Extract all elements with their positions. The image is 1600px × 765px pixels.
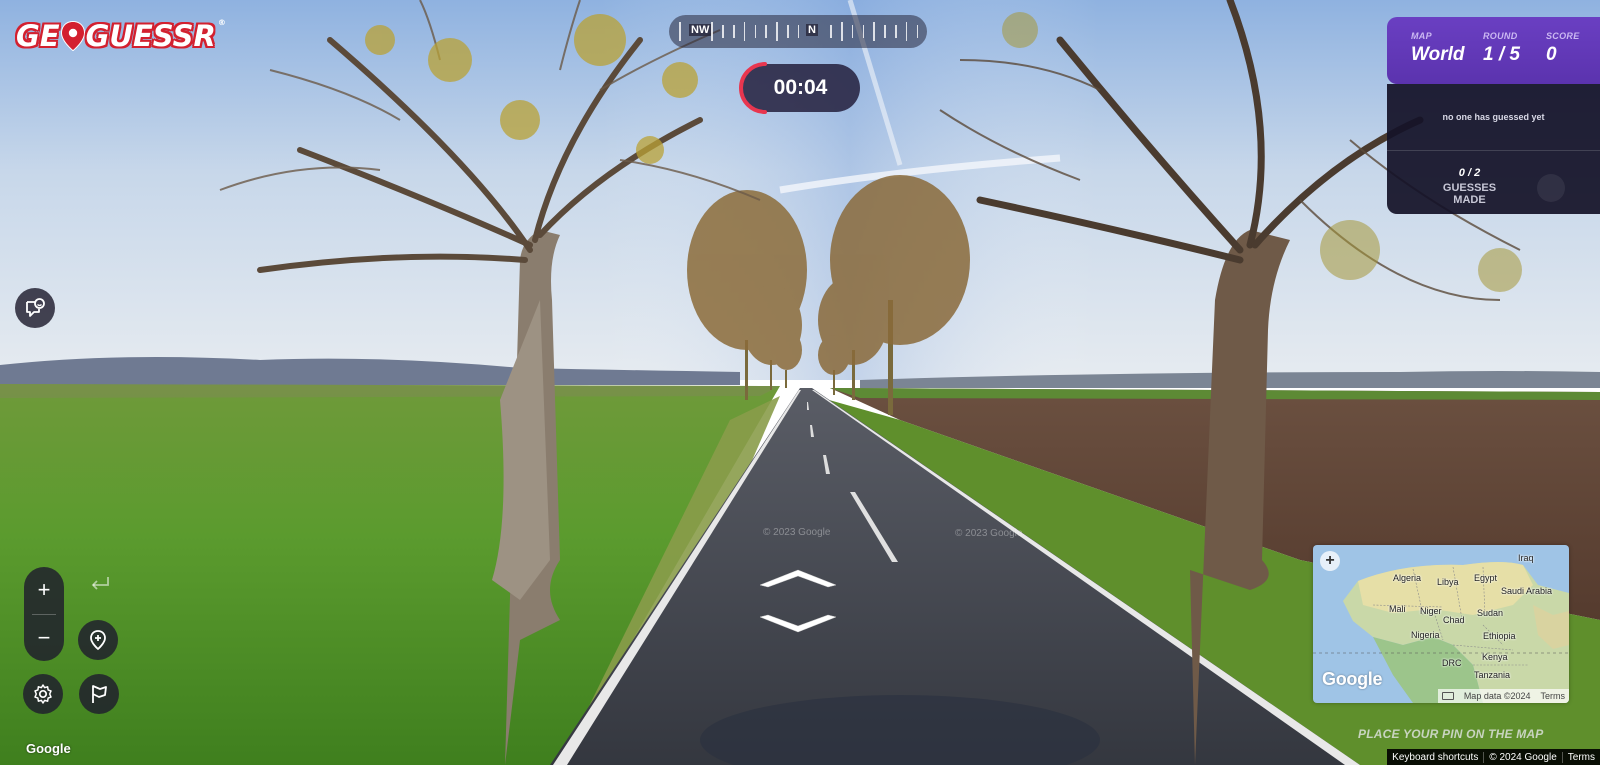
compass-label-nw: NW <box>689 24 712 36</box>
map-label-algeria: Algeria <box>1393 573 1422 583</box>
status-round-value: 1 / 5 <box>1483 44 1520 65</box>
compass-tick <box>787 25 789 38</box>
compass-tick <box>916 25 919 38</box>
status-round-label: ROUND <box>1483 31 1518 41</box>
compass-tick <box>743 22 746 41</box>
move-backward-arrow[interactable] <box>758 613 838 635</box>
compass-tick <box>862 25 865 38</box>
map-label-niger: Niger <box>1420 606 1442 616</box>
compass-tick <box>905 22 908 41</box>
status-score-label: SCORE <box>1546 31 1580 41</box>
terms-link[interactable]: Terms <box>1561 751 1600 763</box>
compass-tick <box>754 25 757 38</box>
geoguessr-logo[interactable]: GE GUESSR ® <box>15 18 226 54</box>
settings-icon <box>34 684 52 704</box>
minimap-google-logo: Google <box>1322 669 1383 689</box>
map-label-kenya: Kenya <box>1482 652 1508 662</box>
add-pin-icon <box>90 630 106 651</box>
map-label-tanzania: Tanzania <box>1474 670 1511 680</box>
map-label-chad: Chad <box>1443 615 1465 625</box>
map-label-iraq: Iraq <box>1518 553 1534 563</box>
add-pin-button[interactable] <box>78 620 118 660</box>
map-label-drc: DRC <box>1442 658 1462 668</box>
status-round: ROUND 1 / 5 <box>1483 31 1520 66</box>
status-score: SCORE 0 <box>1546 31 1580 66</box>
logo-trademark: ® <box>217 18 226 27</box>
game-status-panel: MAP World ROUND 1 / 5 SCORE 0 no one has… <box>1387 17 1600 214</box>
compass-tick <box>851 25 854 38</box>
map-label-nigeria: Nigeria <box>1411 630 1440 640</box>
flag-icon <box>92 685 107 703</box>
status-map: MAP World <box>1411 31 1464 66</box>
map-label-mali: Mali <box>1389 604 1406 614</box>
map-label-sudan: Sudan <box>1477 608 1504 618</box>
minimap-zoom-in-button[interactable]: + <box>1320 551 1340 571</box>
minimap-attribution: Map data ©2024 Terms <box>1437 689 1569 703</box>
compass-tick <box>797 25 800 38</box>
guess-minimap[interactable]: + Algeria Libya Egypt Iraq Saudi Arabia … <box>1313 545 1569 703</box>
google-watermark: Google <box>26 741 71 756</box>
compass-tick <box>679 22 681 41</box>
logo-pin-icon <box>60 21 85 51</box>
guess-feed: no one has guessed yet <box>1387 84 1600 150</box>
chat-button[interactable] <box>15 288 55 328</box>
compass-tick <box>776 22 778 41</box>
zoom-controls: + − <box>24 567 64 661</box>
street-view-watermark: © 2023 Google <box>955 528 1023 539</box>
place-pin-hint: PLACE YOUR PIN ON THE MAP <box>1358 727 1544 741</box>
map-label-egypt: Egypt <box>1474 573 1498 583</box>
guess-indicator <box>1537 174 1565 202</box>
compass-tick <box>733 25 735 38</box>
compass-tick <box>722 25 724 38</box>
return-to-start-icon[interactable] <box>88 574 112 594</box>
compass-tick <box>830 25 832 38</box>
game-view[interactable]: © 2023 Google © 2023 Google GE GUESSR ® … <box>0 0 1600 765</box>
move-forward-arrow[interactable] <box>758 567 838 589</box>
map-label-libya: Libya <box>1437 577 1459 587</box>
status-header: MAP World ROUND 1 / 5 SCORE 0 <box>1387 17 1600 84</box>
status-score-value: 0 <box>1546 44 1557 65</box>
map-label-ethiopia: Ethiopia <box>1483 631 1516 641</box>
zoom-in-icon: + <box>37 577 51 602</box>
round-timer: 00:04 <box>739 62 860 114</box>
compass-tick <box>873 22 875 41</box>
map-label-saudi-arabia: Saudi Arabia <box>1501 586 1553 596</box>
keyboard-shortcuts-link[interactable]: Keyboard shortcuts <box>1387 752 1483 763</box>
chat-icon <box>26 298 45 317</box>
zoom-out-icon: − <box>37 625 51 650</box>
zoom-out-button[interactable]: − <box>24 615 64 661</box>
compass-tick <box>711 22 713 41</box>
logo-text-left: GE <box>15 18 60 54</box>
compass[interactable]: NW N <box>669 15 927 48</box>
compass-tick <box>841 22 843 41</box>
google-footer: Keyboard shortcuts © 2024 Google Terms <box>1387 749 1600 765</box>
status-map-label: MAP <box>1411 31 1432 41</box>
minimap-map-data: Map data ©2024 <box>1463 691 1531 701</box>
guesses-made: 0 / 2 GUESSES MADE <box>1387 150 1600 214</box>
zoom-in-button[interactable]: + <box>24 567 64 613</box>
guesses-count: 0 / 2 <box>1458 167 1481 179</box>
copyright-text: © 2024 Google <box>1483 751 1561 763</box>
settings-button[interactable] <box>23 674 63 714</box>
street-view-watermark: © 2023 Google <box>763 527 831 538</box>
compass-tick <box>895 25 897 38</box>
minimap-terms-link[interactable]: Terms <box>1541 691 1566 701</box>
status-map-value: World <box>1411 44 1465 65</box>
flag-button[interactable] <box>79 674 119 714</box>
compass-label-n: N <box>806 24 818 36</box>
compass-tick <box>765 25 767 38</box>
timer-value: 00:04 <box>773 76 828 99</box>
logo-text-right: GUESSR <box>85 18 217 54</box>
compass-tick <box>884 25 886 38</box>
guesses-label: GUESSES MADE <box>1442 182 1497 206</box>
keyboard-icon[interactable] <box>1441 692 1454 700</box>
